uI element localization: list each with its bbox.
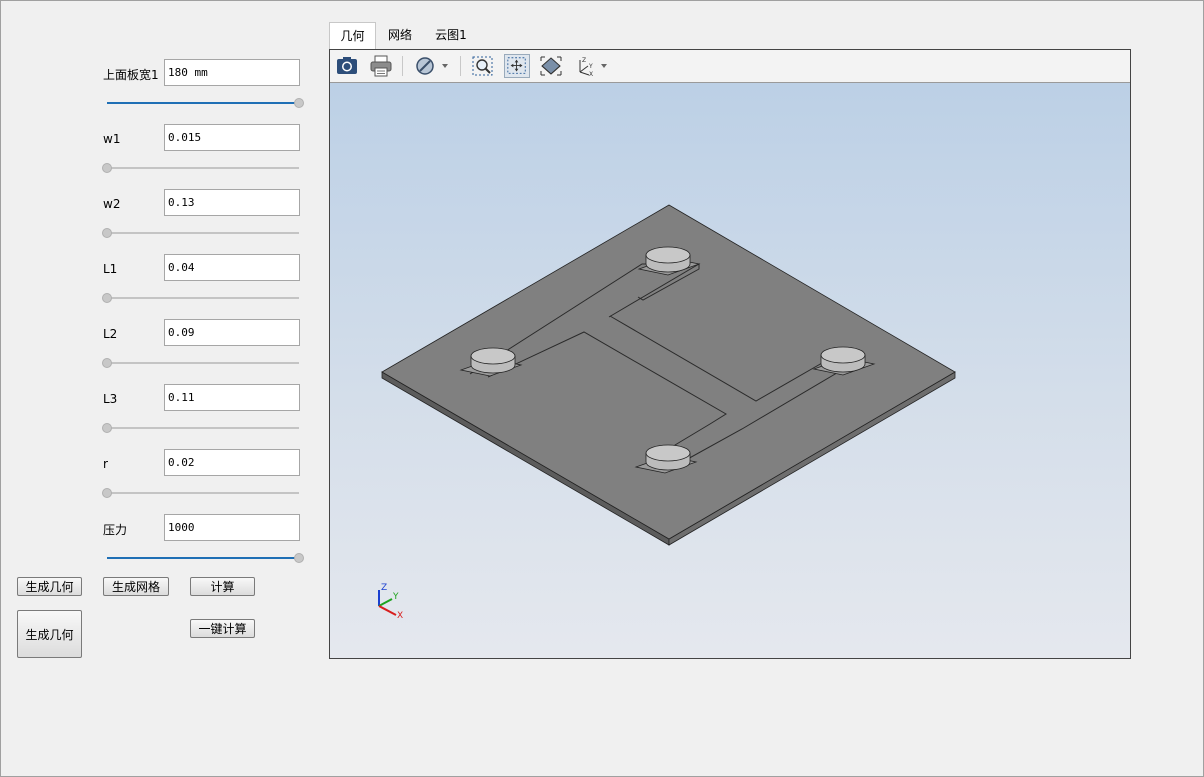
param-label-l1: L1 <box>103 262 118 276</box>
zoom-fit-icon[interactable] <box>470 54 496 78</box>
slider-thumb[interactable] <box>102 163 112 173</box>
tab-network[interactable]: 网络 <box>378 22 422 49</box>
view-plane-icon[interactable] <box>538 54 564 78</box>
slider-thumb[interactable] <box>294 553 304 563</box>
param-input-r[interactable]: 0.02 <box>164 449 300 476</box>
compute-button[interactable]: 计算 <box>190 577 255 596</box>
param-label-l3: L3 <box>103 392 118 406</box>
param-label-pressure: 压力 <box>103 523 128 537</box>
svg-text:Z: Z <box>582 57 586 64</box>
param-input-w2[interactable]: 0.13 <box>164 189 300 216</box>
param-input-l1[interactable]: 0.04 <box>164 254 300 281</box>
slider-thumb[interactable] <box>102 488 112 498</box>
param-label-w2: w2 <box>103 197 121 211</box>
param-input-l2[interactable]: 0.09 <box>164 319 300 346</box>
param-slider-r[interactable] <box>102 487 299 499</box>
slider-thumb[interactable] <box>102 358 112 368</box>
print-icon[interactable] <box>368 54 394 78</box>
param-slider-l2[interactable] <box>102 357 299 369</box>
param-input-panel-width[interactable]: 180 mm <box>164 59 300 86</box>
axis-label-x: X <box>397 611 403 621</box>
gen-geometry-large-button[interactable]: 生成几何 <box>17 610 82 658</box>
main-window: 上面板宽1 180 mm w1 0.015 w2 0.13 L1 0.04 L2… <box>0 0 1204 777</box>
visibility-icon[interactable] <box>412 54 452 78</box>
param-input-w1[interactable]: 0.015 <box>164 124 300 151</box>
param-slider-pressure[interactable] <box>107 552 304 564</box>
param-input-pressure[interactable]: 1000 <box>164 514 300 541</box>
one-click-compute-button[interactable]: 一键计算 <box>190 619 255 638</box>
model-scene[interactable]: Z Y X <box>330 83 1130 658</box>
axis-label-y: Y <box>392 592 399 602</box>
param-slider-w1[interactable] <box>102 162 299 174</box>
camera-icon[interactable] <box>334 54 360 78</box>
slider-thumb[interactable] <box>102 228 112 238</box>
geometry-viewport[interactable]: Z Y X Z Y X <box>329 49 1131 659</box>
param-slider-l1[interactable] <box>102 292 299 304</box>
param-label-l2: L2 <box>103 327 118 341</box>
param-label-w1: w1 <box>103 132 121 146</box>
gen-mesh-button[interactable]: 生成网格 <box>103 577 169 596</box>
slider-thumb[interactable] <box>294 98 304 108</box>
axis-label-z: Z <box>381 583 387 593</box>
panel-model <box>381 204 956 546</box>
tab-geometry[interactable]: 几何 <box>329 22 376 49</box>
param-slider-panel-width[interactable] <box>107 97 304 109</box>
pan-icon[interactable] <box>504 54 530 78</box>
axis-triad-icon: Z Y X <box>378 583 403 621</box>
gen-geometry-button[interactable]: 生成几何 <box>17 577 82 596</box>
svg-text:Y: Y <box>588 63 593 70</box>
slider-thumb[interactable] <box>102 293 112 303</box>
param-slider-w2[interactable] <box>102 227 299 239</box>
param-label-panel-width: 上面板宽1 <box>103 68 159 82</box>
viewport-toolbar: Z Y X <box>330 50 1130 83</box>
tab-cloud-map[interactable]: 云图1 <box>425 22 477 49</box>
param-label-r: r <box>103 457 108 471</box>
svg-text:X: X <box>589 71 593 78</box>
param-input-l3[interactable]: 0.11 <box>164 384 300 411</box>
axes-icon[interactable]: Z Y X <box>572 54 612 78</box>
slider-thumb[interactable] <box>102 423 112 433</box>
param-slider-l3[interactable] <box>102 422 299 434</box>
